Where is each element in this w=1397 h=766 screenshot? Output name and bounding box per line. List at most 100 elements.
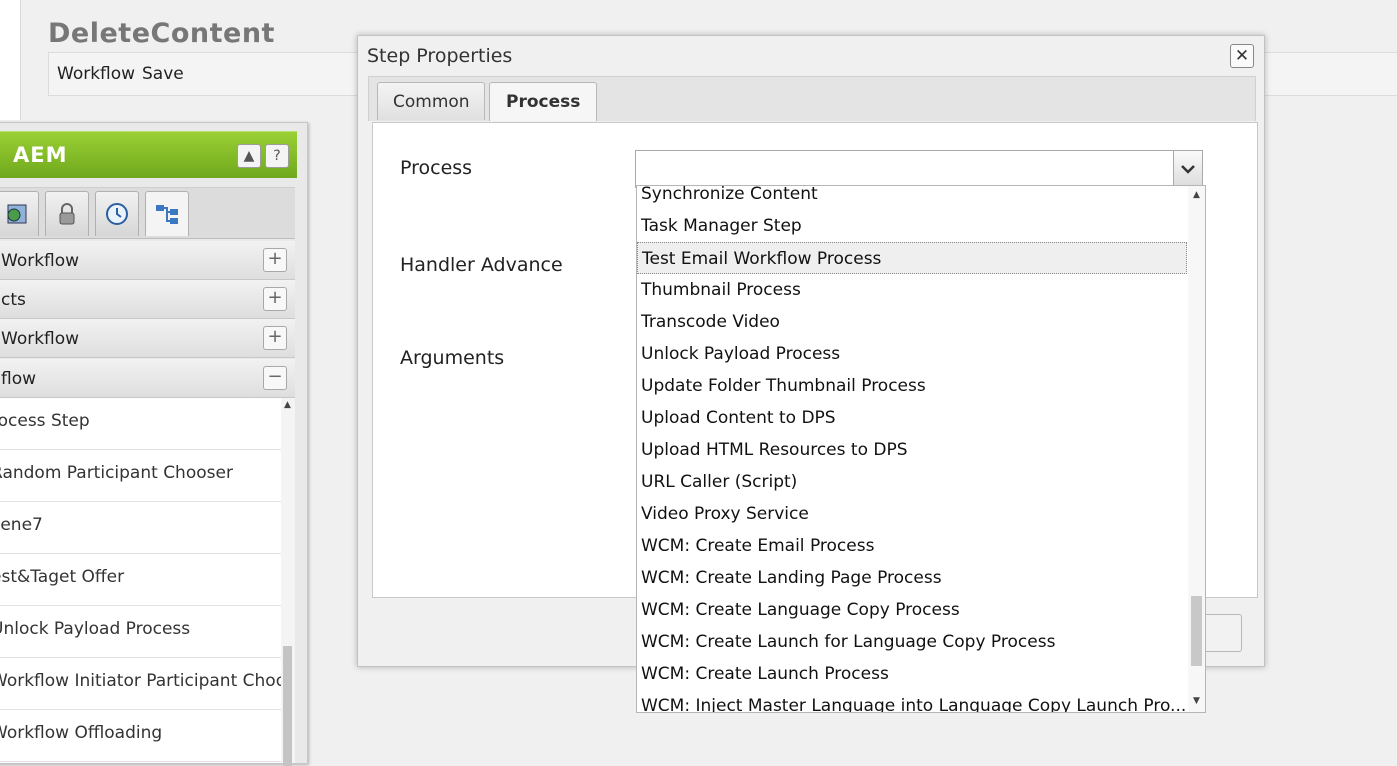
dropdown-option[interactable]: Thumbnail Process: [637, 274, 1187, 306]
list-item[interactable]: Random Participant Chooser: [0, 450, 287, 502]
scroll-down-icon[interactable]: ▼: [1193, 696, 1200, 706]
dropdown-option[interactable]: Update Folder Thumbnail Process: [637, 370, 1187, 402]
sidekick-group-flow[interactable]: flow −: [0, 359, 295, 398]
chevron-down-icon: [1181, 165, 1195, 174]
sidekick-scrollbar[interactable]: ▲: [281, 398, 295, 766]
lock-icon: [59, 203, 75, 225]
workflow-menu-button[interactable]: Workflow: [57, 64, 135, 84]
option-label: WCM: Create Landing Page Process: [641, 568, 942, 588]
dropdown-option[interactable]: WCM: Inject Master Language into Languag…: [637, 690, 1187, 713]
tab-workflow[interactable]: [145, 191, 189, 236]
group-label: cts: [1, 290, 26, 310]
page-icon: [7, 204, 27, 224]
tab-page[interactable]: [0, 191, 39, 236]
dropdown-option[interactable]: WCM: Create Launch for Language Copy Pro…: [637, 626, 1187, 658]
dropdown-option[interactable]: Transcode Video: [637, 306, 1187, 338]
tab-label: Common: [393, 92, 470, 112]
option-label: Synchronize Content: [641, 185, 818, 204]
list-item[interactable]: Unlock Payload Process: [0, 606, 287, 658]
option-label: WCM: Create Email Process: [641, 536, 875, 556]
tab-process[interactable]: Process: [489, 82, 597, 121]
list-item[interactable]: est&Taget Offer: [0, 554, 287, 606]
option-label: Video Proxy Service: [641, 504, 809, 524]
option-label: Transcode Video: [641, 312, 780, 332]
option-label: WCM: Create Language Copy Process: [641, 600, 960, 620]
group-label: flow: [1, 369, 37, 389]
list-item-label: Unlock Payload Process: [0, 619, 191, 639]
list-item-label: rocess Step: [0, 411, 90, 431]
sidekick-group-workflow[interactable]: Workflow +: [0, 241, 295, 280]
dropdown-option[interactable]: Task Manager Step: [637, 210, 1187, 242]
handler-advance-label: Handler Advance: [400, 254, 563, 276]
page-left-panel: [0, 0, 21, 120]
list-item-label: est&Taget Offer: [0, 567, 125, 587]
list-item[interactable]: rocess Step: [0, 398, 287, 450]
option-label: WCM: Create Launch for Language Copy Pro…: [641, 632, 1056, 652]
process-dropdown-list: Synchronize Content Task Manager Step Te…: [636, 185, 1206, 713]
dropdown-option-selected[interactable]: Test Email Workflow Process: [637, 242, 1187, 274]
list-item-label: Workflow Initiator Participant Choo: [0, 671, 287, 691]
dropdown-option[interactable]: Upload HTML Resources to DPS: [637, 434, 1187, 466]
dropdown-option[interactable]: WCM: Create Language Copy Process: [637, 594, 1187, 626]
group-label: Workflow: [1, 251, 80, 271]
process-label: Process: [400, 157, 473, 179]
list-item[interactable]: Workflow Offloading: [0, 710, 287, 762]
expand-icon[interactable]: +: [263, 287, 287, 311]
sidekick-group-cts[interactable]: cts +: [0, 280, 295, 319]
list-item-label: Random Participant Chooser: [0, 463, 233, 483]
list-item-label: Workflow Offloading: [0, 723, 163, 743]
dialog-tabstrip: Common Process: [368, 76, 1256, 121]
option-label: Task Manager Step: [641, 216, 802, 236]
dialog-title: Step Properties: [367, 45, 513, 67]
collapse-button[interactable]: ▲: [237, 144, 261, 168]
option-label: WCM: Create Launch Process: [641, 664, 889, 684]
group-label: Workflow: [1, 329, 80, 349]
sidekick-panel: AEM ▲ ? Workflow + cts + Workflow + flow…: [0, 122, 308, 766]
expand-icon[interactable]: +: [263, 248, 287, 272]
scroll-up-icon[interactable]: ▲: [1193, 190, 1200, 200]
option-label: Upload HTML Resources to DPS: [641, 440, 908, 460]
page-title: DeleteContent: [48, 18, 275, 49]
sidekick-title: AEM: [13, 143, 68, 167]
dropdown-option[interactable]: Synchronize Content: [637, 185, 1187, 210]
option-label: Unlock Payload Process: [641, 344, 841, 364]
tab-versioning[interactable]: [95, 191, 139, 236]
save-button[interactable]: Save: [142, 64, 184, 84]
list-item-label: cene7: [0, 515, 43, 535]
dropdown-option[interactable]: Unlock Payload Process: [637, 338, 1187, 370]
close-icon[interactable]: ✕: [1230, 44, 1254, 68]
option-label: WCM: Inject Master Language into Languag…: [641, 696, 1187, 713]
sidekick-component-list: rocess Step Random Participant Chooser c…: [0, 398, 295, 763]
sidekick-header[interactable]: AEM ▲ ?: [0, 131, 297, 178]
sidekick-group-workflow-2[interactable]: Workflow +: [0, 319, 295, 358]
dropdown-option[interactable]: WCM: Create Email Process: [637, 530, 1187, 562]
process-select-input[interactable]: [635, 150, 1175, 188]
sidekick-tabs: [0, 187, 295, 239]
tab-label: Process: [506, 92, 581, 112]
option-label: Upload Content to DPS: [641, 408, 836, 428]
tab-lock[interactable]: [45, 191, 89, 236]
option-label: Update Folder Thumbnail Process: [641, 376, 926, 396]
collapse-icon[interactable]: −: [263, 366, 287, 390]
arguments-label: Arguments: [400, 347, 505, 369]
tab-common[interactable]: Common: [377, 82, 485, 120]
dropdown-option[interactable]: WCM: Create Landing Page Process: [637, 562, 1187, 594]
option-label: Test Email Workflow Process: [642, 249, 882, 269]
scrollbar-thumb[interactable]: [283, 646, 292, 766]
clock-icon: [106, 203, 128, 225]
scroll-up-icon[interactable]: ▲: [284, 400, 291, 410]
dropdown-scrollbar[interactable]: ▲ ▼: [1188, 186, 1205, 712]
dropdown-option[interactable]: WCM: Create Launch Process: [637, 658, 1187, 690]
option-label: Thumbnail Process: [641, 280, 801, 300]
process-select-trigger[interactable]: [1173, 150, 1203, 188]
scrollbar-thumb[interactable]: [1191, 596, 1202, 666]
list-item[interactable]: Workflow Initiator Participant Choo: [0, 658, 287, 710]
workflow-icon: [156, 205, 178, 224]
dropdown-option[interactable]: Upload Content to DPS: [637, 402, 1187, 434]
option-label: URL Caller (Script): [641, 472, 798, 492]
expand-icon[interactable]: +: [263, 326, 287, 350]
list-item[interactable]: cene7: [0, 502, 287, 554]
help-button[interactable]: ?: [265, 144, 289, 168]
dropdown-option[interactable]: URL Caller (Script): [637, 466, 1187, 498]
dropdown-option[interactable]: Video Proxy Service: [637, 498, 1187, 530]
